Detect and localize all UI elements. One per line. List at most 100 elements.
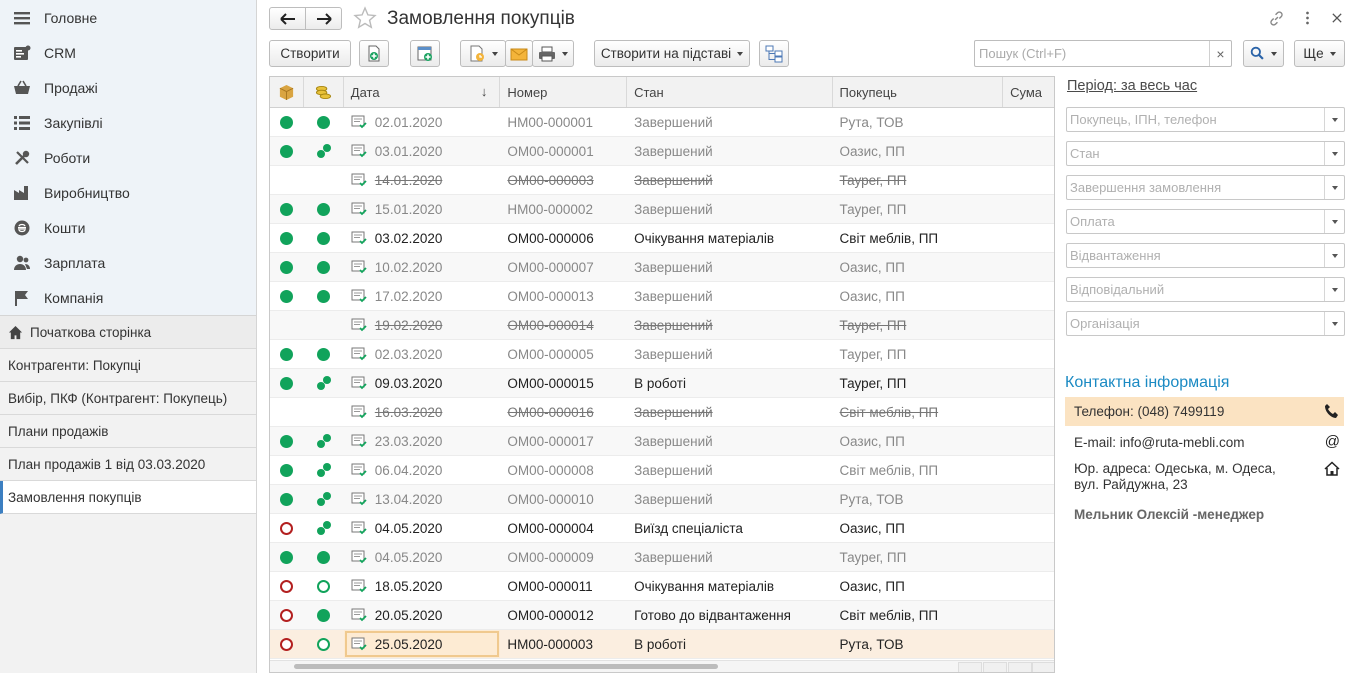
chevron-down-icon[interactable]	[1324, 210, 1344, 233]
document-check-icon	[351, 579, 367, 593]
filter-shipment-input[interactable]	[1067, 244, 1324, 267]
table-row[interactable]: 16.03.2020 ОМ00-000016 Завершений Світ мебл…	[270, 398, 1054, 427]
section-money[interactable]: Кошти	[0, 210, 256, 245]
state-cell: Завершений	[627, 543, 832, 571]
close-icon[interactable]	[1327, 8, 1347, 28]
scroll-up-button[interactable]	[983, 662, 1007, 672]
document-dropdown-button[interactable]	[460, 40, 506, 67]
document-check-icon	[351, 550, 367, 564]
table-row[interactable]: 17.02.2020 ОМ00-000013 Завершений Оазис, ПП	[270, 282, 1054, 311]
table-row[interactable]: 04.05.2020 ОМ00-000009 Завершений Таурег, П…	[270, 543, 1054, 572]
back-button[interactable]	[269, 7, 306, 30]
table-row[interactable]: 13.04.2020 ОМ00-000010 Завершений Рута, ТОВ	[270, 485, 1054, 514]
column-shipment-status[interactable]	[270, 77, 304, 107]
filter-payment[interactable]	[1066, 209, 1345, 234]
chevron-down-icon[interactable]	[1324, 176, 1344, 199]
section-production[interactable]: Виробництво	[0, 175, 256, 210]
search-button[interactable]	[1243, 40, 1284, 67]
payment-status-full-icon	[317, 550, 331, 564]
column-date[interactable]: Дата ↓	[344, 77, 501, 107]
chevron-down-icon[interactable]	[1324, 244, 1344, 267]
table-row[interactable]: 02.01.2020 НМ00-000001 Завершений Рута, ТОВ	[270, 108, 1054, 137]
filter-completion-input[interactable]	[1067, 176, 1324, 199]
filter-buyer[interactable]	[1066, 107, 1345, 132]
open-window-customer-orders[interactable]: Замовлення покупців	[0, 481, 256, 514]
more-vertical-icon[interactable]	[1297, 8, 1317, 28]
column-sum[interactable]: Сума	[1003, 77, 1054, 107]
period-link[interactable]: Період: за весь час	[1067, 78, 1360, 94]
scroll-first-button[interactable]	[958, 662, 982, 672]
filter-responsible-input[interactable]	[1067, 278, 1324, 301]
print-dropdown-button[interactable]	[532, 40, 574, 67]
add-form-button[interactable]	[410, 40, 440, 67]
filter-completion[interactable]	[1066, 175, 1345, 200]
create-based-button[interactable]: Створити на підставі	[594, 40, 750, 67]
table-row[interactable]: 14.01.2020 ОМ00-000003 Завершений Таурег, П…	[270, 166, 1054, 195]
section-works[interactable]: Роботи	[0, 140, 256, 175]
column-buyer-label: Покупець	[839, 84, 897, 100]
open-window-contractors[interactable]: Контрагенти: Покупці	[0, 349, 256, 382]
section-main[interactable]: Головне	[0, 0, 256, 35]
link-icon[interactable]	[1266, 8, 1286, 28]
table-row[interactable]: 09.03.2020 ОМ00-000015 В роботі Таурег, ПП	[270, 369, 1054, 398]
star-icon[interactable]	[353, 6, 377, 30]
open-window-sales-plans[interactable]: Плани продажів	[0, 415, 256, 448]
structure-button[interactable]	[759, 40, 789, 67]
section-purchases[interactable]: Закупівлі	[0, 105, 256, 140]
table-row[interactable]: 02.03.2020 ОМ00-000005 Завершений Таурег, П…	[270, 340, 1054, 369]
table-row[interactable]: 03.01.2020 ОМ00-000001 Завершений Оазис, ПП	[270, 137, 1054, 166]
email-button[interactable]	[505, 40, 533, 67]
section-company[interactable]: Компанія	[0, 280, 256, 315]
table-row[interactable]: 19.02.2020 ОМ00-000014 Завершений Таурег, П…	[270, 311, 1054, 340]
open-window-sales-plan-1[interactable]: План продажів 1 від 03.03.2020	[0, 448, 256, 481]
section-crm[interactable]: CRM	[0, 35, 256, 70]
column-number[interactable]: Номер	[500, 77, 628, 107]
table-row[interactable]: 18.05.2020 ОМ00-000011 Очікування матеріал…	[270, 572, 1054, 601]
buyer-value: Рута, ТОВ	[839, 491, 904, 507]
table-row[interactable]: 04.05.2020 ОМ00-000004 Виїзд спеціаліста Оа…	[270, 514, 1054, 543]
chevron-down-icon[interactable]	[1324, 278, 1344, 301]
table-row[interactable]: 03.02.2020 ОМ00-000006 Очікування матеріал…	[270, 224, 1054, 253]
section-salary[interactable]: Зарплата	[0, 245, 256, 280]
column-state[interactable]: Стан	[627, 77, 833, 107]
forward-button[interactable]	[305, 7, 342, 30]
filter-state-input[interactable]	[1067, 142, 1324, 165]
date-value: 25.05.2020	[374, 636, 443, 652]
scroll-last-button[interactable]	[1032, 662, 1054, 672]
filter-shipment[interactable]	[1066, 243, 1345, 268]
filter-organization[interactable]	[1066, 311, 1345, 336]
open-window-selection[interactable]: Вибір, ПКФ (Контрагент: Покупець)	[0, 382, 256, 415]
chevron-down-icon[interactable]	[1324, 142, 1344, 165]
section-sales[interactable]: Продажі	[0, 70, 256, 105]
scrollbar-thumb[interactable]	[294, 664, 718, 669]
create-button[interactable]: Створити	[269, 40, 351, 67]
table-row[interactable]: 25.05.2020 НМ00-000003 В роботі Рута, ТОВ	[270, 630, 1054, 659]
column-buyer[interactable]: Покупець	[833, 77, 1004, 107]
horizontal-scrollbar[interactable]	[270, 660, 1054, 672]
table-row[interactable]: 10.02.2020 ОМ00-000007 Завершений Оазис, ПП	[270, 253, 1054, 282]
open-window-label: Плани продажів	[8, 423, 109, 439]
section-label: Продажі	[44, 79, 98, 96]
filter-responsible[interactable]	[1066, 277, 1345, 302]
table-row[interactable]: 06.04.2020 ОМ00-000008 Завершений Світ мебл…	[270, 456, 1054, 485]
filter-organization-input[interactable]	[1067, 312, 1324, 335]
contact-address[interactable]: Юр. адреса: Одеська, м. Одеса, вул. Райд…	[1065, 461, 1344, 493]
search-input[interactable]	[975, 41, 1209, 66]
date-cell: 18.05.2020	[344, 572, 501, 600]
clear-search-icon[interactable]: ×	[1209, 41, 1231, 66]
contact-phone[interactable]: Телефон: (048) 7499119	[1065, 397, 1344, 426]
table-row[interactable]: 23.03.2020 ОМ00-000017 Завершений Оазис, ПП	[270, 427, 1054, 456]
chevron-down-icon[interactable]	[1324, 312, 1344, 335]
more-button[interactable]: Ще	[1294, 40, 1345, 67]
copy-button[interactable]	[359, 40, 389, 67]
table-row[interactable]: 20.05.2020 ОМ00-000012 Готово до відвантаж…	[270, 601, 1054, 630]
column-payment-status[interactable]	[304, 77, 344, 107]
open-window-home[interactable]: Початкова сторінка	[0, 316, 256, 349]
filter-payment-input[interactable]	[1067, 210, 1324, 233]
chevron-down-icon[interactable]	[1324, 108, 1344, 131]
contact-email[interactable]: E-mail: info@ruta-mebli.com @	[1065, 428, 1344, 456]
scroll-down-button[interactable]	[1008, 662, 1032, 672]
filter-state[interactable]	[1066, 141, 1345, 166]
table-row[interactable]: 15.01.2020 НМ00-000002 Завершений Таурег, П…	[270, 195, 1054, 224]
filter-buyer-input[interactable]	[1067, 108, 1324, 131]
